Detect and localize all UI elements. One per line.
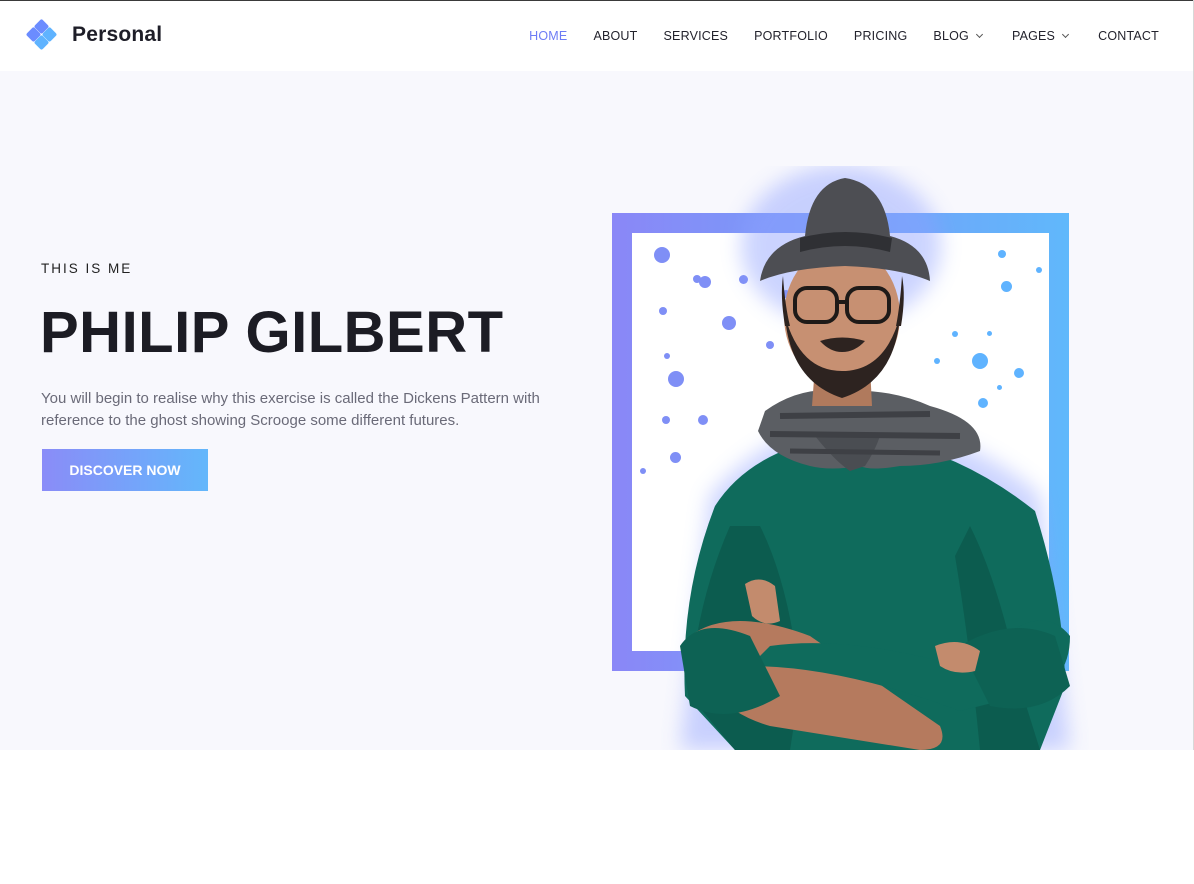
hero-title: PHILIP GILBERT bbox=[40, 300, 504, 365]
chevron-down-icon bbox=[1062, 30, 1070, 39]
site-header: Personal HOME ABOUT SERVICES PORTFOLIO P… bbox=[0, 1, 1194, 71]
nav-item-services[interactable]: SERVICES bbox=[664, 29, 729, 43]
brand-name: Personal bbox=[72, 23, 163, 46]
hero-eyebrow: THIS IS ME bbox=[41, 261, 133, 276]
brand-logo[interactable]: Personal bbox=[25, 18, 163, 51]
nav-item-pages-label: PAGES bbox=[1011, 29, 1056, 43]
next-section bbox=[0, 750, 1194, 884]
hero-description: You will begin to realise why this exerc… bbox=[41, 390, 540, 429]
diamond-cluster-icon bbox=[25, 18, 58, 51]
portrait-image bbox=[680, 166, 1070, 750]
nav-item-blog-label: BLOG bbox=[933, 29, 969, 43]
nav-item-blog[interactable]: BLOG bbox=[933, 29, 983, 43]
nav-item-home[interactable]: HOME bbox=[529, 29, 567, 43]
nav-item-pricing[interactable]: PRICING bbox=[854, 29, 908, 43]
nav-item-portfolio[interactable]: PORTFOLIO bbox=[754, 29, 828, 43]
discover-now-button[interactable]: DISCOVER NOW bbox=[42, 449, 208, 491]
nav-item-contact[interactable]: CONTACT bbox=[1098, 29, 1159, 43]
chevron-down-icon bbox=[975, 30, 983, 39]
nav-item-about[interactable]: ABOUT bbox=[593, 29, 637, 43]
nav-item-pages[interactable]: PAGES bbox=[1011, 29, 1070, 43]
main-nav: HOME ABOUT SERVICES PORTFOLIO PRICING BL… bbox=[503, 1, 1159, 71]
hero-section: THIS IS ME PHILIP GILBERT You will begin… bbox=[0, 71, 1193, 750]
